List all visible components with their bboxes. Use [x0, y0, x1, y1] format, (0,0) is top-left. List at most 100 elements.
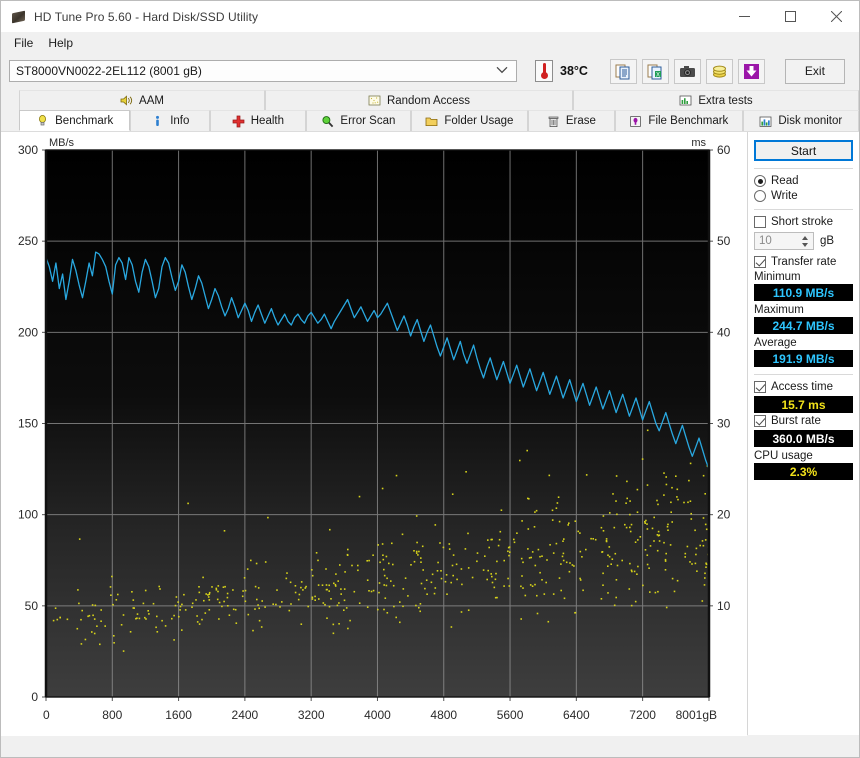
access-time-point [625, 502, 627, 504]
access-time-point [385, 584, 388, 587]
access-time-point [326, 588, 328, 591]
radio-read[interactable]: Read [754, 175, 853, 187]
access-time-point [377, 608, 379, 611]
access-time-point [402, 588, 405, 590]
access-time-point [657, 590, 659, 593]
access-time-point [91, 604, 94, 606]
access-time-point [551, 509, 554, 512]
access-time-point [611, 558, 614, 560]
checkbox-access-time[interactable]: Access time [754, 381, 853, 393]
access-time-point [562, 552, 565, 555]
access-time-point [198, 623, 201, 625]
access-time-point [579, 577, 581, 580]
export-excel-button[interactable]: X [641, 58, 669, 84]
access-time-point [347, 627, 349, 630]
y2-axis-tick: 30 [717, 417, 731, 431]
access-time-point [117, 593, 119, 596]
donate-button[interactable] [705, 58, 733, 84]
exit-button[interactable]: Exit [784, 58, 845, 84]
tab-info[interactable]: Info [130, 110, 211, 131]
menu-help[interactable]: Help [42, 34, 82, 52]
access-time-point [649, 545, 652, 547]
access-time-point [343, 599, 346, 602]
tab-folder-usage[interactable]: Folder Usage [411, 110, 528, 131]
maximum-label: Maximum [754, 304, 804, 316]
maximize-icon[interactable] [767, 1, 813, 32]
access-time-point [290, 603, 292, 605]
tab-benchmark[interactable]: Benchmark [19, 110, 131, 131]
access-time-point [496, 560, 498, 563]
short-stroke-stepper[interactable]: 10 [754, 232, 814, 250]
access-time-point [115, 599, 118, 601]
access-time-point [448, 548, 451, 550]
radio-write[interactable]: Write [754, 190, 853, 202]
tab-erase-label: Erase [565, 115, 596, 127]
access-time-point [131, 591, 133, 593]
access-time-point [382, 558, 385, 561]
copy-report-button[interactable] [609, 58, 637, 84]
access-time-point [196, 615, 198, 617]
access-time-point [351, 564, 353, 567]
stepper-arrows-icon[interactable] [798, 234, 811, 248]
screenshot-button[interactable] [673, 58, 701, 84]
access-time-point [691, 563, 693, 565]
tab-aam[interactable]: AAM [19, 90, 265, 110]
access-time-point [579, 579, 582, 581]
access-time-point [561, 555, 564, 558]
access-time-point [357, 564, 359, 567]
access-time-point [298, 593, 301, 596]
menu-bar: File Help [1, 32, 859, 54]
access-time-point [243, 577, 246, 579]
access-time-point [602, 530, 605, 532]
checkbox-short-stroke[interactable]: Short stroke [754, 216, 853, 228]
tab-disk-monitor[interactable]: Disk monitor [742, 110, 859, 131]
access-time-point [663, 472, 665, 474]
checkbox-transfer-rate-indicator [754, 256, 766, 268]
access-time-point [294, 585, 297, 587]
divider [754, 374, 853, 375]
start-button-label: Start [790, 143, 817, 158]
tab-random-access[interactable]: Random Access [265, 90, 573, 110]
menu-file[interactable]: File [8, 34, 42, 52]
access-time-point [637, 565, 639, 568]
close-icon[interactable] [813, 1, 859, 32]
access-time-point [179, 609, 181, 611]
access-time-point [76, 627, 79, 630]
access-time-point [56, 618, 59, 621]
access-time-point [605, 538, 608, 540]
access-time-point [202, 576, 204, 579]
access-time-point [372, 554, 374, 556]
access-time-point [626, 480, 628, 483]
tab-erase[interactable]: Erase [527, 110, 616, 131]
drive-select[interactable]: ST8000VN0022-2EL112 (8001 gB) [9, 60, 517, 82]
access-time-point [80, 643, 83, 645]
access-time-point [93, 618, 96, 620]
trash-icon [547, 115, 560, 128]
tab-error-scan[interactable]: Error Scan [305, 110, 412, 131]
access-time-point [509, 551, 511, 553]
access-time-point [247, 613, 250, 616]
access-time-point [258, 607, 260, 610]
access-time-point [451, 493, 454, 495]
checkbox-transfer-rate[interactable]: Transfer rate [754, 256, 853, 268]
access-time-point [585, 474, 588, 476]
access-time-point [579, 532, 581, 534]
access-time-point [639, 536, 642, 538]
start-button[interactable]: Start [754, 140, 853, 161]
access-time-point [357, 569, 359, 572]
access-time-point [521, 520, 523, 522]
tab-health[interactable]: Health [210, 110, 306, 131]
access-time-point [696, 570, 698, 572]
access-time-point [636, 573, 638, 575]
minimize-icon[interactable] [721, 1, 767, 32]
access-time-point [59, 616, 61, 619]
access-time-point [704, 572, 706, 575]
checkbox-burst-rate[interactable]: Burst rate [754, 415, 853, 427]
access-time-point [629, 513, 631, 516]
tab-file-benchmark[interactable]: File Benchmark [615, 110, 743, 131]
save-button[interactable] [737, 58, 765, 84]
access-time-point [582, 589, 584, 592]
access-time-point [104, 625, 106, 627]
access-time-point [368, 590, 370, 592]
tab-extra-tests[interactable]: Extra tests [573, 90, 859, 110]
